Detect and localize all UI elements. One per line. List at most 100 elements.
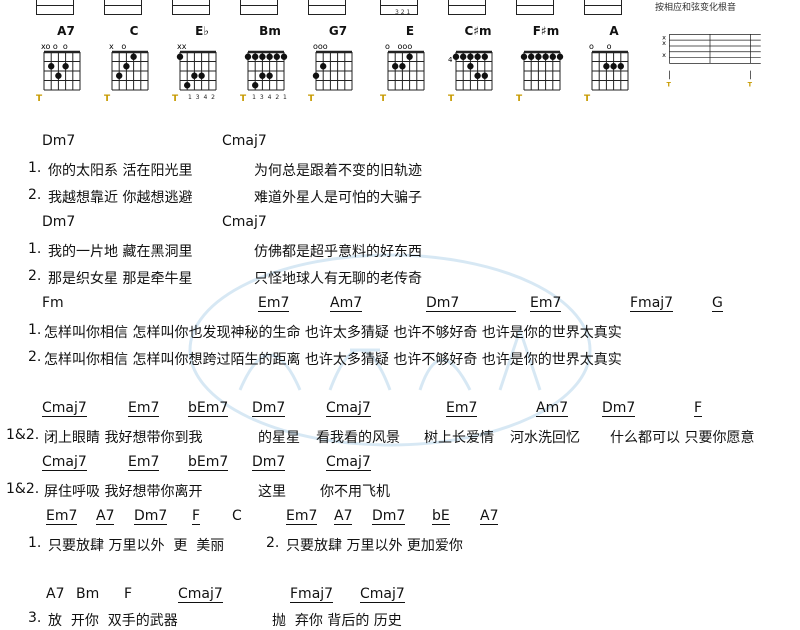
lyric-text: 什么都可以 只要你愿意 bbox=[610, 430, 755, 446]
chord-label: Em7 bbox=[258, 295, 290, 312]
chord-diagram: G7 ooo T bbox=[308, 24, 368, 108]
chord-label: Dm7 bbox=[42, 214, 76, 230]
lyric-line: 1. 只要放肆 万里以外 更 美丽 2. 只要放肆 万里以外 更加爱你 bbox=[0, 535, 800, 555]
finger-numbers: 1 3 4 2 1 bbox=[252, 94, 288, 101]
open-mute-marks: o o bbox=[589, 42, 612, 51]
chord-diagram: Eo ooo T bbox=[380, 24, 440, 108]
lyric-text: 我的一片地 藏在黑洞里 bbox=[48, 244, 193, 260]
lyric-line: 1. 我的一片地 藏在黑洞里 仿佛都是超乎意料的好东西 bbox=[0, 241, 800, 261]
chord-label: Dm7 bbox=[426, 295, 516, 312]
chord-line: Dm7 Cmaj7 bbox=[0, 133, 800, 153]
finger-dot bbox=[62, 63, 69, 70]
lyric-line: 2. 怎样叫你相信 怎样叫你想跨过陌生的距离 也许太多猜疑 也许不够好奇 也许是… bbox=[0, 349, 800, 369]
chord-label: Dm7 bbox=[602, 400, 636, 417]
thumb-mark: T bbox=[104, 94, 111, 104]
finger-dot bbox=[176, 53, 184, 60]
chord-label: Em7 bbox=[286, 508, 318, 525]
fretboard-grid: o ooo bbox=[385, 42, 425, 91]
lyric-text: 那是织女星 那是牵牛星 bbox=[48, 271, 193, 287]
verse-number: 1. bbox=[28, 535, 42, 551]
lyric-line: 1. 你的太阳系 活在阳光里 为何总是跟着不变的旧轨迹 bbox=[0, 160, 800, 180]
verse-number: 2. bbox=[28, 187, 42, 203]
chord-label: Dm7 bbox=[252, 400, 286, 417]
finger-numbers: 1 3 4 2 bbox=[188, 94, 216, 101]
lyric-text: 你的太阳系 活在阳光里 bbox=[48, 163, 193, 179]
thumb-mark: T bbox=[240, 94, 247, 104]
finger-dot bbox=[474, 72, 481, 79]
fretboard-grid: xx bbox=[176, 42, 217, 91]
top-chord-strip: 3 2 1 按相应和弦变化根音 bbox=[0, 0, 800, 20]
chord-label: Em7 bbox=[128, 454, 160, 471]
chord-label: Cmaj7 bbox=[360, 586, 405, 603]
chord-diagram-name: A7 bbox=[57, 24, 75, 38]
bass-tab-diagram: x x x T T bbox=[662, 33, 761, 88]
verse-number: 2. bbox=[28, 349, 42, 365]
mute-mark: x bbox=[662, 39, 666, 47]
chord-label: Cmaj7 bbox=[178, 586, 223, 603]
finger-numbers: 3 2 1 bbox=[395, 9, 411, 16]
finger-dot bbox=[535, 53, 542, 60]
lyric-text: 怎样叫你相信 怎样叫你想跨过陌生的距离 也许太多猜疑 也许不够好奇 也许是你的世… bbox=[44, 352, 622, 368]
lyric-line: 3. 放 开你 双手的武器 抛 弃你 背后的 历史 bbox=[0, 610, 800, 630]
chord-label: Cmaj7 bbox=[42, 454, 87, 471]
lyric-text: 屏住呼吸 我好想带你离开 bbox=[44, 484, 203, 500]
lyric-line: 2. 那是织女星 那是牵牛星 只怪地球人有无聊的老传奇 bbox=[0, 268, 800, 288]
lyric-text: 树上长爱情 bbox=[424, 430, 494, 446]
thumb-mark: T bbox=[36, 94, 43, 104]
chord-label: F bbox=[694, 400, 703, 417]
finger-dot bbox=[481, 72, 488, 79]
chord-label: A7 bbox=[334, 508, 353, 525]
lyric-line: 1&2. 闭上眼睛 我好想带你到我 的星星 看我看的风景 树上长爱情 河水洗回忆… bbox=[0, 427, 800, 447]
lyric-text: 河水洗回忆 bbox=[510, 430, 580, 446]
chord-diagram-name: C♯m bbox=[464, 24, 492, 38]
verse-number: 1&2. bbox=[6, 481, 40, 497]
chord-line: Fm Em7 Am7 Dm7 Em7 Fmaj7 G bbox=[0, 295, 800, 315]
chord-label: Cmaj7 bbox=[42, 400, 87, 417]
chord-diagram: Bm 1 3 4 2 1 T bbox=[240, 24, 300, 108]
finger-dot bbox=[481, 53, 488, 60]
chord-label: Dm7 bbox=[372, 508, 406, 525]
finger-dot bbox=[320, 63, 327, 70]
fretboard-grid: o o bbox=[589, 42, 629, 91]
chord-label: Cmaj7 bbox=[326, 454, 371, 471]
chord-line: Cmaj7 Em7 bEm7 Dm7 Cmaj7 Em7 Am7 Dm7 F bbox=[0, 400, 800, 420]
finger-dot bbox=[556, 53, 564, 60]
chord-diagram: C♯m 4 T bbox=[448, 24, 508, 108]
fretboard-grid: x o bbox=[109, 42, 149, 91]
finger-dot bbox=[610, 63, 617, 70]
chord-label: Am7 bbox=[330, 295, 363, 312]
chord-diagram-stub bbox=[36, 0, 74, 15]
chord-line: Em7 A7 Dm7 F C Em7 A7 Dm7 bE A7 bbox=[0, 508, 800, 528]
finger-dot bbox=[549, 53, 556, 60]
chord-label: bE bbox=[432, 508, 450, 525]
thumb-mark: T bbox=[584, 94, 591, 104]
finger-dot bbox=[273, 53, 280, 60]
lyric-line: 2. 我越想靠近 你越想逃避 难道外星人是可怕的大骗子 bbox=[0, 187, 800, 207]
lyric-text: 抛 弃你 背后的 历史 bbox=[272, 613, 402, 629]
lyric-text: 仿佛都是超乎意料的好东西 bbox=[254, 244, 422, 260]
finger-dot bbox=[259, 53, 266, 60]
chord-diagram: F♯m T bbox=[516, 24, 576, 108]
lyric-text: 的星星 bbox=[258, 430, 300, 446]
chord-label: Cmaj7 bbox=[222, 133, 267, 149]
fret-number: 4 bbox=[448, 56, 453, 64]
chord-label: F bbox=[192, 508, 201, 525]
finger-dot bbox=[392, 63, 399, 70]
mute-mark: x bbox=[662, 51, 666, 59]
chord-diagram-name: Bm bbox=[259, 24, 281, 38]
lyric-text: 这里 bbox=[258, 484, 286, 500]
verse-number: 1. bbox=[28, 241, 42, 257]
finger-dot bbox=[184, 82, 191, 89]
chord-label: Dm7 bbox=[42, 133, 76, 149]
lyric-text: 闭上眼睛 我好想带你到我 bbox=[44, 430, 203, 446]
chord-label: Dm7 bbox=[252, 454, 286, 471]
chord-label: Dm7 bbox=[134, 508, 168, 525]
finger-dot bbox=[399, 63, 406, 70]
verse-number: 1&2. bbox=[6, 427, 40, 443]
fretboard-grid: 4 bbox=[448, 50, 493, 91]
chord-label: Fmaj7 bbox=[290, 586, 334, 603]
chord-label: Fm bbox=[42, 295, 64, 311]
finger-dot bbox=[252, 53, 259, 60]
tab-caption: 按相应和弦变化根音 bbox=[655, 3, 737, 13]
finger-dot bbox=[266, 72, 273, 79]
